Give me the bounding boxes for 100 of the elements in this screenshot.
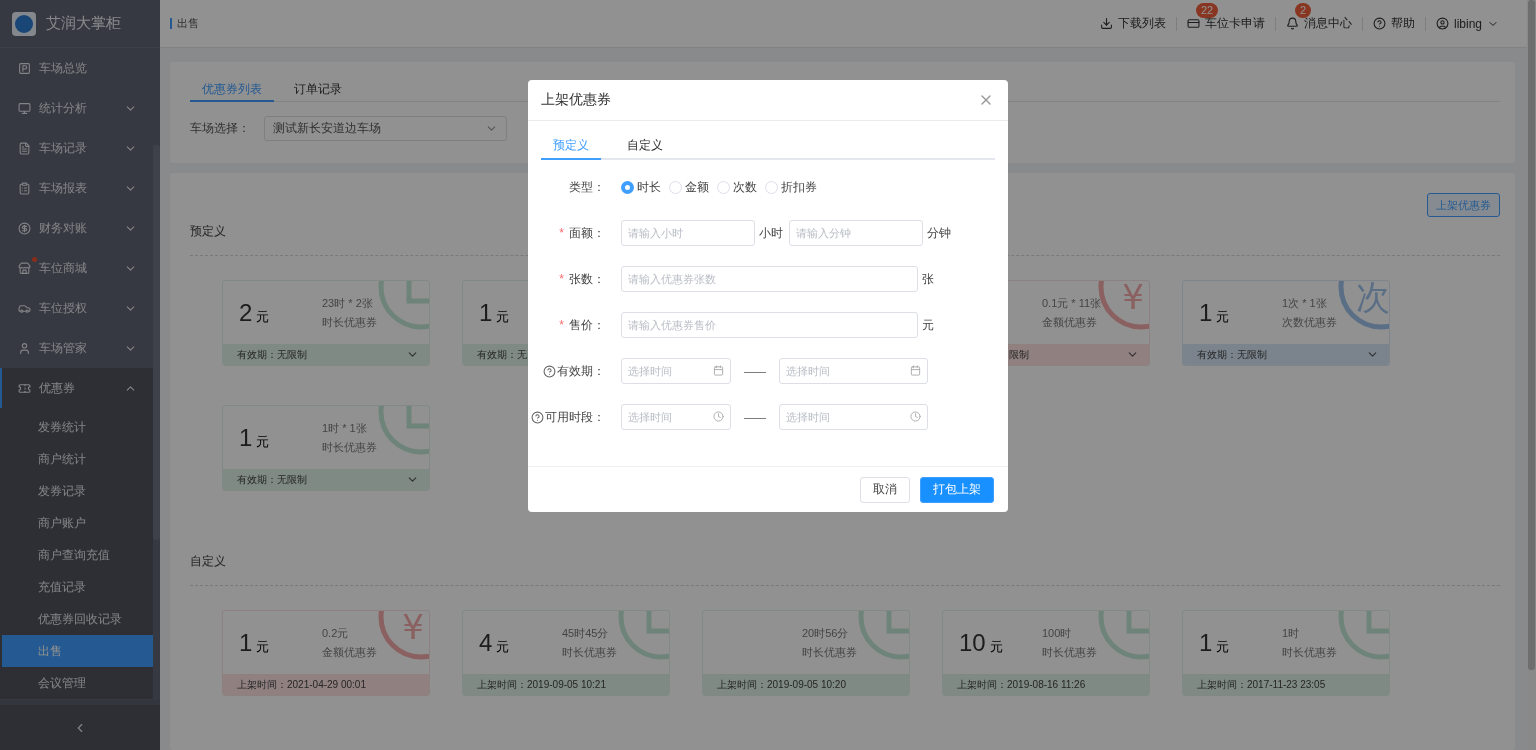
coupon-type: 时长优惠券 (1282, 644, 1337, 660)
submenu-item[interactable]: 优惠券回收记录 (2, 603, 153, 635)
tab[interactable]: 预定义 (541, 132, 601, 160)
price-unit: 元 (256, 307, 270, 326)
footer-text: 上架时间：2019-08-16 11:26 (957, 677, 1086, 692)
user-icon (1435, 17, 1449, 30)
card-icon (1186, 17, 1200, 30)
radio-option[interactable]: 时长 (621, 178, 661, 196)
time-field[interactable]: 选择时间 (779, 404, 928, 430)
breadcrumb[interactable]: 出售 (170, 18, 1090, 29)
store-icon (18, 261, 31, 275)
person-icon (18, 341, 31, 355)
field-label: 张数： (569, 270, 605, 288)
dialog-title: 上架优惠券 (541, 91, 611, 109)
range-separator: —— (743, 411, 767, 423)
calendar-icon (713, 365, 724, 376)
price-unit: 元 (989, 637, 1003, 656)
coupon-card[interactable]: 1 元 1时 * 1张 时长优惠券 有效期：无限制 (222, 405, 430, 491)
menu-item[interactable]: 车场总览 (0, 48, 153, 88)
menu-label: 车位商城 (39, 259, 88, 277)
menu-item[interactable]: 车位授权 (0, 288, 153, 328)
coupon-type: 时长优惠券 (322, 314, 377, 330)
price-value: 2 (239, 298, 253, 327)
time-field[interactable]: 选择时间 (621, 404, 731, 430)
submenu-item[interactable]: 出售 (2, 635, 153, 667)
publish-button[interactable]: 上架优惠券 (1427, 193, 1500, 217)
field-label: 类型： (569, 178, 605, 196)
coupon-card[interactable]: 1 元 0.2元 金额优惠券 ¥ 上架时间：2021-04-29 00:01 (222, 610, 430, 696)
radio-option[interactable]: 折扣券 (765, 178, 817, 196)
logo-icon (12, 11, 36, 36)
help-icon[interactable] (531, 410, 544, 424)
coupon-detail: 1次 * 1张 (1282, 295, 1327, 311)
footer-text: 有效期：无限制 (237, 472, 307, 487)
price-unit: 元 (256, 637, 270, 656)
unit-label: 张 (922, 270, 934, 288)
price-value: 1 (1199, 628, 1213, 657)
submenu-item[interactable]: 商户查询充值 (2, 539, 153, 571)
submenu-item[interactable]: 会议管理 (2, 667, 153, 699)
menu-item[interactable]: 车场管家 (0, 328, 153, 368)
coupon-card[interactable]: 4 元 45时45分 时长优惠券 上架时间：2019-09-05 10:21 (462, 610, 670, 696)
menu-item[interactable]: 统计分析 (0, 88, 153, 128)
coupon-type: 时长优惠券 (802, 644, 857, 660)
header-link[interactable]: 车位卡申请 (1176, 14, 1275, 33)
help-icon[interactable] (543, 364, 556, 378)
unit-label: 分钟 (927, 224, 951, 242)
radio-option[interactable]: 金额 (669, 178, 709, 196)
coupon-detail: 20时56分 (802, 625, 849, 641)
footer-text: 有效期：无限制 (237, 347, 307, 362)
submenu-item[interactable]: 发券统计 (2, 411, 153, 443)
scrollbar[interactable] (153, 145, 160, 540)
required-mark: * (559, 272, 564, 286)
price-value: 1 (239, 423, 253, 452)
radio-option[interactable]: 次数 (717, 178, 757, 196)
input-field[interactable]: 请输入优惠券张数 (621, 266, 918, 292)
coin-icon (18, 221, 31, 235)
clock-icon (713, 411, 724, 422)
header-link[interactable]: 帮助 (1362, 14, 1425, 33)
range-separator: —— (743, 365, 767, 377)
header-link[interactable]: 下载列表 (1089, 14, 1176, 33)
coupon-card[interactable]: 20时56分 时长优惠券 上架时间：2019-09-05 10:20 (702, 610, 910, 696)
coupon-card[interactable]: 10 元 100时 时长优惠券 上架时间：2019-08-16 11:26 (942, 610, 1150, 696)
price-value: 1 (479, 298, 493, 327)
ticket-icon (18, 381, 31, 395)
submit-button[interactable]: 打包上架 (920, 476, 994, 503)
menu-label: 车场报表 (39, 179, 88, 197)
bell-icon (1285, 17, 1299, 30)
lot-select[interactable]: 测试新长安道边车场 (264, 116, 507, 141)
input-field[interactable]: 请输入分钟 (789, 220, 923, 246)
header-link[interactable]: 消息中心 (1275, 14, 1362, 33)
menu-label: 车位授权 (39, 299, 88, 317)
cancel-button[interactable]: 取消 (860, 476, 910, 503)
coupon-card[interactable]: 1 元 1时 时长优惠券 上架时间：2017-11-23 23:05 (1182, 610, 1390, 696)
coupon-detail: 45时45分 (562, 625, 609, 641)
menu-label: 财务对账 (39, 219, 88, 237)
clipboard-icon (18, 181, 31, 195)
tab[interactable]: 优惠券列表 (190, 78, 274, 102)
menu-item[interactable]: 财务对账 (0, 208, 153, 248)
submenu-item[interactable]: 商户账户 (2, 507, 153, 539)
coupon-card[interactable]: 2 元 23时 * 2张 时长优惠券 有效期：无限制 (222, 280, 430, 366)
date-field[interactable]: 选择时间 (779, 358, 928, 384)
coupon-type: 金额优惠券 (1042, 314, 1097, 330)
submenu-item[interactable]: 商户统计 (2, 443, 153, 475)
header-link[interactable]: libing (1425, 14, 1509, 33)
input-field[interactable]: 请输入优惠券售价 (621, 312, 918, 338)
tab[interactable]: 自定义 (615, 132, 675, 160)
required-mark: * (559, 226, 564, 240)
footer-text: 上架时间：2019-09-05 10:21 (477, 677, 606, 692)
date-field[interactable]: 选择时间 (621, 358, 731, 384)
menu-item[interactable]: 优惠券 (0, 368, 153, 408)
coupon-type: 时长优惠券 (1042, 644, 1097, 660)
coupon-type: 时长优惠券 (562, 644, 617, 660)
menu-item[interactable]: 车场记录 (0, 128, 153, 168)
submenu-item[interactable]: 发券记录 (2, 475, 153, 507)
field-label: 可用时段： (545, 408, 605, 426)
tab[interactable]: 订单记录 (282, 78, 354, 102)
count-badge: 22 (1195, 2, 1219, 18)
submenu-item[interactable]: 充值记录 (2, 571, 153, 603)
input-field[interactable]: 请输入小时 (621, 220, 755, 246)
menu-item[interactable]: 车场报表 (0, 168, 153, 208)
menu-item[interactable]: 车位商城 (0, 248, 153, 288)
